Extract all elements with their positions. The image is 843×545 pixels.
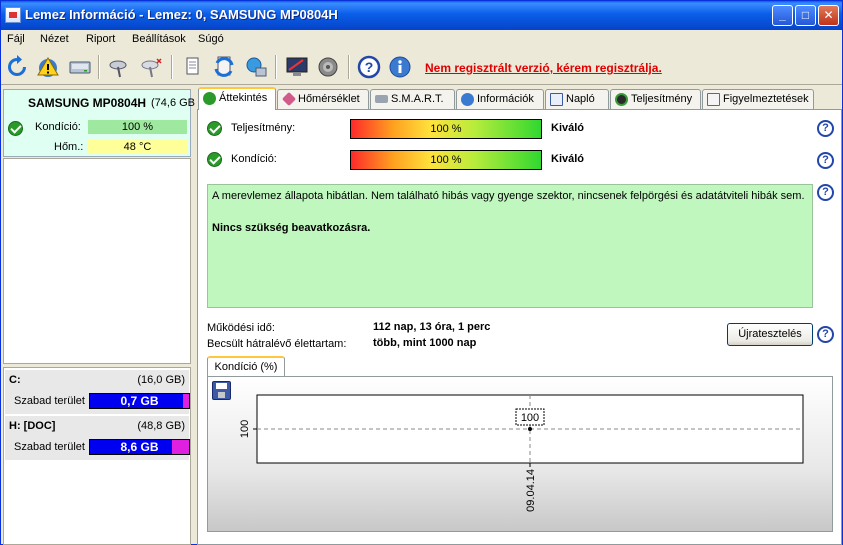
svg-text:?: ? (365, 59, 374, 75)
toolbar: ? (1, 49, 842, 85)
speaker-icon[interactable] (316, 55, 340, 79)
menu-help[interactable]: Súgó (198, 33, 224, 45)
volume-panel: C: (16,0 GB) Szabad terület 0,7 GB H: [D… (3, 367, 191, 545)
tab-performance[interactable]: Teljesítmény (610, 89, 701, 109)
free-space-bar: 8,6 GB (89, 439, 190, 455)
info-icon[interactable] (388, 55, 412, 79)
menu-file[interactable]: Fájl (7, 33, 25, 45)
disk-condition-label: Kondíció: (35, 121, 81, 133)
performance-ok-icon (207, 121, 222, 136)
condition-chart: 100 09.04.14 100 (239, 394, 804, 512)
free-space-label: Szabad terület (14, 441, 85, 453)
free-space-bar: 0,7 GB (89, 393, 190, 409)
condition-verdict: Kiváló (551, 153, 585, 165)
warning-icon[interactable] (36, 55, 60, 79)
tab-overview[interactable]: Áttekintés (198, 87, 276, 110)
document-icon (550, 93, 563, 106)
tab-condition-chart[interactable]: Kondíció (%) (207, 356, 285, 377)
toolbar-separator (275, 55, 277, 79)
sync-icon[interactable] (212, 55, 236, 79)
volume-h[interactable]: H: [DOC] (48,8 GB) Szabad terület 8,6 GB (5, 416, 190, 460)
remaining-life-label: Becsült hátralévő élettartam: (207, 338, 347, 350)
close-button[interactable]: ✕ (818, 5, 839, 26)
disk-name: SAMSUNG MP0804H (28, 96, 147, 110)
uptime-label: Működési idő: (207, 322, 275, 334)
data-label: 100 (521, 412, 539, 424)
toolbar-separator (171, 55, 173, 79)
tab-smart[interactable]: S.M.A.R.T. (370, 89, 455, 109)
menu-settings[interactable]: Beállítások (132, 33, 186, 45)
disk-temp-value: 48 °C (88, 140, 187, 154)
performance-bar: 100 % (350, 119, 542, 139)
left-panel: SAMSUNG MP0804H (74,6 GB Kondíció: 100 %… (2, 87, 195, 545)
volume-name: C: (9, 374, 21, 386)
condition-help-icon[interactable]: ? (817, 152, 834, 169)
tab-strip: Áttekintés Hőmérséklet S.M.A.R.T. Inform… (197, 87, 842, 110)
tab-warnings[interactable]: Figyelmeztetések (702, 89, 814, 109)
condition-label: Kondíció: (231, 153, 277, 165)
volume-size: (48,8 GB) (137, 420, 185, 432)
condition-bar: 100 % (350, 150, 542, 170)
copy-icon[interactable] (180, 55, 204, 79)
toolbar-separator (98, 55, 100, 79)
status-message: A merevlemez állapota hibátlan. Nem talá… (207, 184, 813, 308)
tab-log[interactable]: Napló (545, 89, 609, 109)
maximize-button[interactable]: □ (795, 5, 816, 26)
performance-verdict: Kiváló (551, 122, 585, 134)
x-tick-label: 09.04.14 (525, 469, 537, 512)
disk-icon[interactable] (68, 55, 92, 79)
disk-size: (74,6 GB (151, 97, 196, 109)
disk-icon (375, 95, 388, 103)
satellite-icon[interactable] (107, 55, 131, 79)
menu-bar: Fájl Nézet Riport Beállítások Súgó (1, 30, 842, 49)
volume-size: (16,0 GB) (137, 374, 185, 386)
check-icon (203, 92, 216, 105)
title-bar: Lemez Információ - Lemez: 0, SAMSUNG MP0… (1, 1, 842, 30)
free-space-label: Szabad terület (14, 395, 85, 407)
refresh-icon[interactable] (5, 55, 29, 79)
disk-condition-value: 100 % (88, 120, 187, 134)
tab-information[interactable]: Információk (456, 89, 544, 109)
window-title: Lemez Információ - Lemez: 0, SAMSUNG MP0… (25, 7, 338, 22)
monitor-icon[interactable] (285, 55, 309, 79)
status-ok-icon (8, 121, 23, 136)
registration-warning-link[interactable]: Nem regisztrált verzió, kérem regisztrál… (425, 61, 662, 75)
toolbar-separator (348, 55, 350, 79)
minimize-button[interactable]: _ (772, 5, 793, 26)
performance-label: Teljesítmény: (231, 122, 296, 134)
app-icon (5, 7, 21, 23)
free-space-value: 0,7 GB (120, 394, 159, 408)
uptime-value: 112 nap, 13 óra, 1 perc (373, 321, 491, 333)
status-help-icon[interactable]: ? (817, 184, 834, 201)
chart-panel: 100 09.04.14 100 (207, 376, 833, 532)
condition-ok-icon (207, 152, 222, 167)
disk-card[interactable]: SAMSUNG MP0804H (74,6 GB Kondíció: 100 %… (3, 89, 195, 157)
status-recommendation: Nincs szükség beavatkozásra. (212, 222, 371, 234)
thermometer-icon (281, 91, 297, 107)
data-point (528, 427, 532, 431)
network-icon[interactable] (244, 55, 268, 79)
menu-view[interactable]: Nézet (40, 33, 69, 45)
gauge-icon (615, 93, 628, 106)
help-icon[interactable]: ? (357, 55, 381, 79)
app-window: Lemez Információ - Lemez: 0, SAMSUNG MP0… (0, 0, 843, 545)
volume-c[interactable]: C: (16,0 GB) Szabad terület 0,7 GB (5, 370, 190, 414)
volume-name: H: [DOC] (9, 420, 56, 432)
info-icon (461, 93, 474, 106)
disk-temp-label: Hőm.: (54, 141, 84, 153)
retest-button[interactable]: Újratesztelés (727, 323, 813, 346)
performance-help-icon[interactable]: ? (817, 120, 834, 137)
y-tick-label: 100 (239, 420, 251, 438)
menu-report[interactable]: Riport (86, 33, 115, 45)
status-text: A merevlemez állapota hibátlan. Nem talá… (212, 190, 805, 202)
overview-panel: Teljesítmény: 100 % Kiváló ? Kondíció: 1… (197, 109, 842, 545)
pages-icon (707, 93, 720, 106)
satellite-off-icon[interactable] (139, 55, 163, 79)
tab-temperature[interactable]: Hőmérséklet (277, 89, 369, 109)
free-space-value: 8,6 GB (120, 440, 159, 454)
remaining-life-value: több, mint 1000 nap (373, 337, 477, 349)
retest-help-icon[interactable]: ? (817, 326, 834, 343)
disk-list-empty-area (3, 158, 191, 364)
